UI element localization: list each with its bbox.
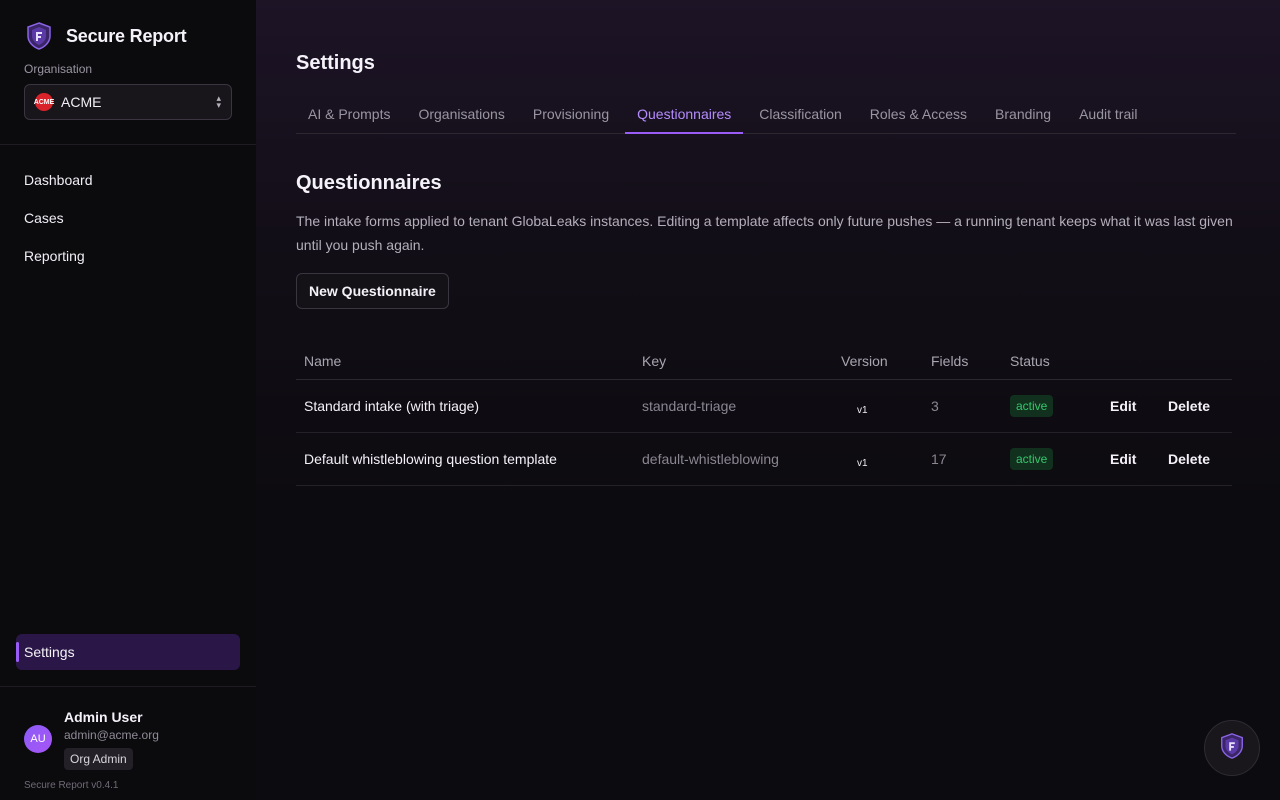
sidebar: Secure Report Organisation ACME ACME ▴ ▾ … — [0, 0, 256, 800]
settings-tabs: AI & Prompts Organisations Provisioning … — [296, 98, 1236, 134]
role-badge: Org Admin — [64, 748, 133, 770]
brand-name: Secure Report — [66, 25, 187, 46]
tab-classification[interactable]: Classification — [747, 98, 853, 134]
main-content: Settings AI & Prompts Organisations Prov… — [256, 0, 1280, 800]
row-fields: 3 — [923, 379, 1002, 433]
row-status: active — [1002, 379, 1102, 433]
user-info: Admin User admin@acme.org Org Admin — [64, 709, 159, 770]
nav-item-reporting[interactable]: Reporting — [0, 237, 256, 275]
nav-item-cases[interactable]: Cases — [0, 199, 256, 237]
tab-questionnaires[interactable]: Questionnaires — [625, 98, 744, 134]
row-delete-cell: Delete — [1160, 379, 1232, 433]
assistant-fab-button[interactable] — [1204, 720, 1260, 776]
nav-item-settings[interactable]: Settings — [16, 634, 240, 670]
shield-logo-icon — [1218, 732, 1246, 765]
row-fields: 17 — [923, 432, 1002, 486]
delete-button[interactable]: Delete — [1168, 451, 1210, 467]
org-name: ACME — [61, 94, 102, 110]
row-key: default-whistleblowing — [634, 432, 833, 486]
header-name[interactable]: Name — [296, 343, 634, 380]
table-row: Standard intake (with triage) standard-t… — [296, 379, 1232, 433]
tab-audit-trail[interactable]: Audit trail — [1067, 98, 1149, 134]
new-questionnaire-button[interactable]: New Questionnaire — [296, 273, 449, 309]
header-edit — [1102, 343, 1160, 380]
status-badge: active — [1010, 447, 1054, 470]
tab-branding[interactable]: Branding — [983, 98, 1063, 134]
section-title: Questionnaires — [296, 172, 442, 194]
section-description: The intake forms applied to tenant Globa… — [296, 213, 1233, 253]
user-name: Admin User — [64, 709, 143, 725]
page-title: Settings — [296, 52, 375, 74]
row-edit-cell: Edit — [1102, 432, 1160, 486]
nav-item-dashboard[interactable]: Dashboard — [0, 161, 256, 199]
header-key[interactable]: Key — [634, 343, 833, 380]
row-key: standard-triage — [634, 379, 833, 433]
tab-ai-prompts[interactable]: AI & Prompts — [296, 98, 402, 134]
tab-organisations[interactable]: Organisations — [406, 98, 516, 134]
status-badge: active — [1010, 394, 1054, 417]
edit-button[interactable]: Edit — [1110, 451, 1136, 467]
app-version: Secure Report v0.4.1 — [24, 780, 119, 791]
header-version[interactable]: Version — [833, 343, 923, 380]
user-email: admin@acme.org — [64, 728, 159, 742]
header-fields[interactable]: Fields — [923, 343, 1002, 380]
tab-provisioning[interactable]: Provisioning — [521, 98, 621, 134]
sidebar-nav: Dashboard Cases Reporting — [0, 145, 256, 275]
shield-logo-icon — [24, 21, 54, 51]
questionnaires-table: Name Key Version Fields Status Standard … — [296, 343, 1232, 486]
table-header-row: Name Key Version Fields Status — [296, 343, 1232, 380]
delete-button[interactable]: Delete — [1168, 398, 1210, 414]
avatar[interactable]: AU — [24, 725, 52, 753]
org-label: Organisation — [24, 62, 93, 76]
tab-roles-access[interactable]: Roles & Access — [858, 98, 979, 134]
row-version: v1 — [833, 432, 923, 486]
user-card: AU Admin User admin@acme.org Org Admin — [0, 687, 256, 770]
chevrons-up-down-icon: ▴ ▾ — [216, 93, 221, 110]
row-edit-cell: Edit — [1102, 379, 1160, 433]
header-status[interactable]: Status — [1002, 343, 1102, 380]
org-select[interactable]: ACME ACME ▴ ▾ — [24, 84, 232, 120]
row-delete-cell: Delete — [1160, 432, 1232, 486]
row-name: Default whistleblowing question template — [296, 432, 634, 486]
row-name: Standard intake (with triage) — [296, 379, 634, 433]
table-row: Default whistleblowing question template… — [296, 432, 1232, 486]
row-status: active — [1002, 432, 1102, 486]
header-delete — [1160, 343, 1232, 380]
brand: Secure Report — [0, 0, 256, 52]
org-logo: ACME — [34, 93, 54, 111]
row-version: v1 — [833, 379, 923, 433]
edit-button[interactable]: Edit — [1110, 398, 1136, 414]
